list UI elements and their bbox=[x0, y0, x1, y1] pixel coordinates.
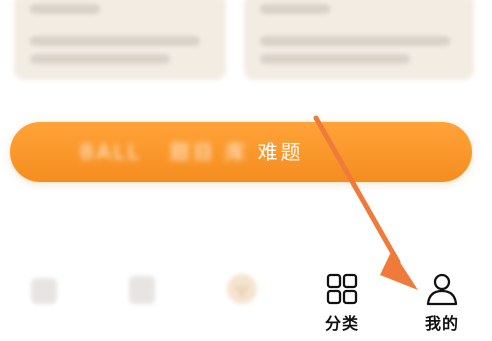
book-icon bbox=[129, 276, 155, 304]
placeholder-line bbox=[30, 4, 100, 14]
tab-mine[interactable]: 我的 bbox=[402, 262, 482, 341]
content-card-right[interactable] bbox=[244, 0, 474, 80]
grid-four-squares-icon bbox=[326, 273, 358, 305]
cta-blur-part: BALL bbox=[80, 140, 142, 164]
tab-book[interactable] bbox=[102, 262, 182, 341]
top-content-cards bbox=[0, 0, 492, 92]
placeholder-line bbox=[260, 4, 330, 14]
cta-blur-part: 题目 bbox=[169, 140, 216, 164]
tab-category[interactable]: 分类 bbox=[302, 262, 382, 341]
person-icon bbox=[426, 273, 458, 306]
cta-blur-part: 库 bbox=[225, 140, 249, 164]
placeholder-line bbox=[260, 54, 410, 64]
vip-gem-icon bbox=[227, 274, 257, 304]
content-card-left[interactable] bbox=[14, 0, 226, 80]
cta-label-blurred: BALL 题目 库 bbox=[80, 140, 257, 164]
tab-mine-label: 我的 bbox=[424, 314, 459, 333]
cta-label: BALL 题目 库 难题 bbox=[80, 136, 303, 165]
tab-vip[interactable] bbox=[202, 262, 282, 341]
home-icon bbox=[31, 278, 57, 304]
placeholder-line bbox=[260, 36, 450, 46]
placeholder-line bbox=[30, 54, 170, 64]
bottom-tab-bar: 分类 我的 bbox=[0, 262, 492, 341]
tab-category-label: 分类 bbox=[324, 314, 359, 333]
tab-home[interactable] bbox=[4, 262, 84, 341]
placeholder-line bbox=[30, 36, 200, 46]
cta-button[interactable]: BALL 题目 库 难题 bbox=[10, 122, 472, 182]
cta-label-clear: 难题 bbox=[257, 140, 304, 164]
